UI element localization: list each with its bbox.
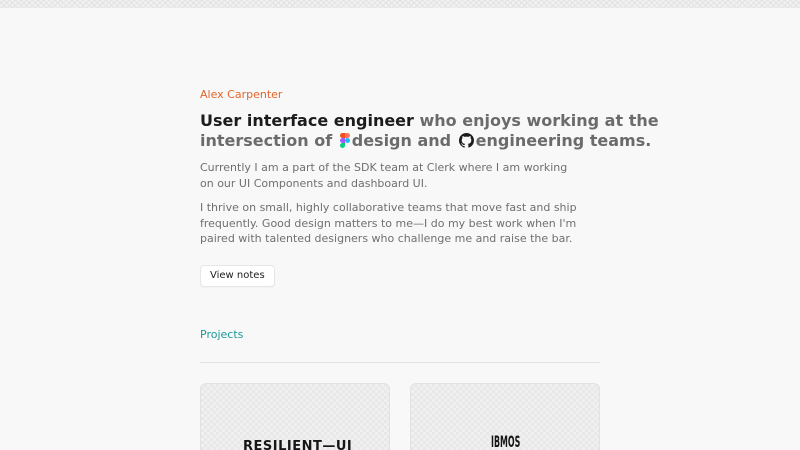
author-name: Alex Carpenter	[200, 88, 283, 101]
github-icon	[458, 133, 474, 153]
section-divider	[200, 362, 600, 363]
headline-engineering: engineering teams.	[475, 131, 652, 150]
headline: User interface engineer who enjoys worki…	[200, 111, 659, 153]
top-pattern-border	[0, 0, 800, 8]
figma-icon	[339, 133, 350, 153]
project-logo-resilient-ui: RESILIENT—UI	[243, 439, 353, 450]
headline-part1: who enjoys working at the	[413, 111, 659, 130]
view-notes-button[interactable]: View notes	[200, 265, 275, 287]
project-logo-ibmos: IBMOS	[491, 432, 521, 450]
headline-role: User interface engineer	[200, 111, 414, 130]
headline-design: design and	[351, 131, 457, 150]
intro-paragraph-1: Currently I am a part of the SDK team at…	[200, 161, 568, 190]
project-card-ibmos[interactable]: IBMOS	[410, 383, 600, 450]
projects-section-label: Projects	[200, 328, 244, 341]
headline-part2: intersection of	[200, 131, 338, 150]
project-card-resilient-ui[interactable]: RESILIENT—UI	[200, 383, 390, 450]
intro-paragraph-2: I thrive on small, highly collaborative …	[200, 201, 577, 245]
